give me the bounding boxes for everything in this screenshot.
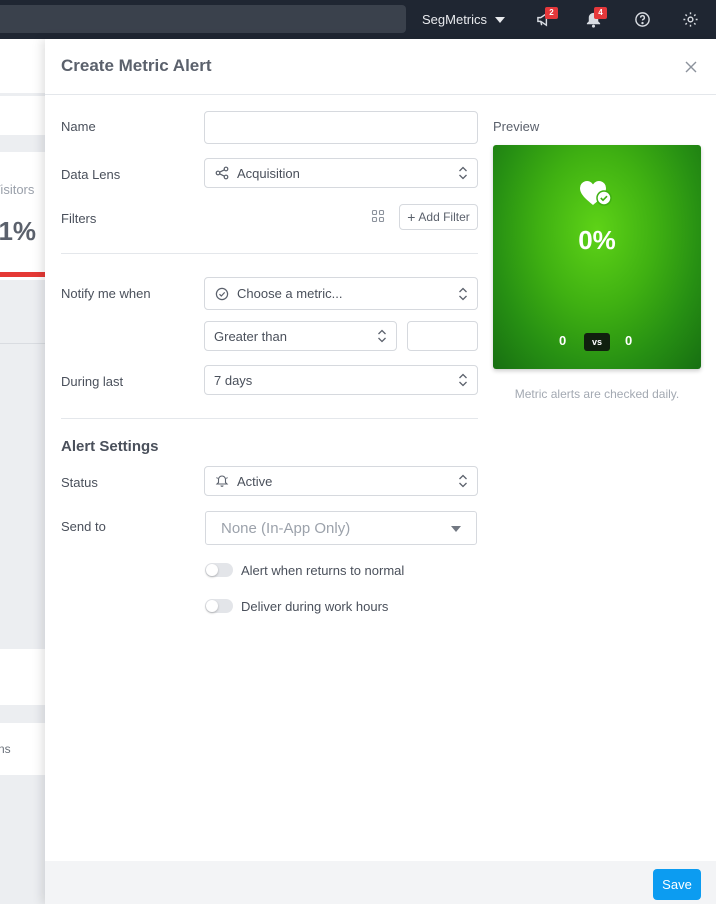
chevron-updown-icon <box>378 329 386 343</box>
returns-to-normal-toggle[interactable] <box>205 563 233 577</box>
send-to-select[interactable]: None (In-App Only) <box>205 511 477 545</box>
chevron-updown-icon <box>459 373 467 387</box>
heart-check-icon <box>580 181 612 206</box>
preview-label: Preview <box>493 119 540 134</box>
add-filter-button[interactable]: + Add Filter <box>399 204 478 230</box>
preview-note: Metric alerts are checked daily. <box>514 387 680 401</box>
send-to-value: None (In-App Only) <box>221 519 351 537</box>
work-hours-toggle[interactable] <box>205 599 233 613</box>
background-text-fragment: ns <box>0 742 11 756</box>
gear-icon <box>682 12 698 27</box>
comparison-select[interactable]: Greater than <box>204 321 397 351</box>
grid-icon[interactable] <box>371 209 385 223</box>
close-button[interactable] <box>681 57 701 77</box>
status-label: Status <box>61 475 98 490</box>
metric-value: Choose a metric... <box>237 286 343 301</box>
dashboard-background: Visitors 71% ns <box>0 39 45 904</box>
work-hours-row: Deliver during work hours <box>205 598 388 614</box>
announcements-button[interactable]: 2 <box>530 0 558 39</box>
during-label: During last <box>61 374 124 389</box>
modal-header: Create Metric Alert <box>45 39 716 95</box>
save-button[interactable]: Save <box>653 869 701 900</box>
help-icon <box>634 12 650 27</box>
threshold-input[interactable] <box>407 321 478 351</box>
add-filter-label: Add Filter <box>418 210 470 224</box>
status-value: Active <box>237 473 273 489</box>
chevron-updown-icon <box>459 287 467 301</box>
status-select[interactable]: Active <box>204 466 478 496</box>
account-name: SegMetrics <box>422 11 488 27</box>
name-label: Name <box>61 119 96 134</box>
settings-button[interactable] <box>676 0 704 39</box>
background-panel: ns <box>0 723 45 775</box>
help-button[interactable] <box>628 0 656 39</box>
chevron-updown-icon <box>459 474 467 488</box>
section-divider <box>61 418 478 419</box>
announcements-count-badge: 2 <box>545 7 558 19</box>
during-value: 7 days <box>214 372 253 388</box>
preview-value: 0% <box>578 225 616 255</box>
caret-down-icon <box>451 526 461 532</box>
global-search-bar[interactable] <box>0 5 406 33</box>
chevron-updown-icon <box>459 166 467 180</box>
share-icon <box>214 165 230 181</box>
background-divider <box>0 343 45 344</box>
bell-icon <box>214 473 230 489</box>
metric-select[interactable]: Choose a metric... <box>204 277 478 310</box>
toggle-knob <box>206 564 218 576</box>
background-panel <box>0 39 45 93</box>
toggle-knob <box>206 600 218 612</box>
vs-badge: vs <box>584 333 610 351</box>
name-input[interactable] <box>204 111 478 144</box>
background-card-label: Visitors <box>0 182 35 197</box>
preview-card: 0% 0 vs 0 <box>493 145 701 369</box>
account-switcher[interactable]: SegMetrics <box>422 0 506 39</box>
close-icon <box>685 61 697 73</box>
notify-label: Notify me when <box>61 286 151 301</box>
background-panel <box>0 96 45 135</box>
modal-footer <box>45 861 716 904</box>
returns-to-normal-row: Alert when returns to normal <box>205 562 404 578</box>
data-lens-select[interactable]: Acquisition <box>204 158 478 188</box>
during-select[interactable]: 7 days <box>204 365 478 395</box>
returns-to-normal-label: Alert when returns to normal <box>241 562 405 578</box>
plus-icon: + <box>407 209 416 225</box>
caret-down-icon <box>495 16 506 23</box>
data-lens-label: Data Lens <box>61 167 121 182</box>
preview-left-value: 0 <box>559 333 567 348</box>
section-divider <box>61 253 478 254</box>
create-metric-alert-modal: Create Metric Alert Name Data Lens Acqui… <box>45 39 716 904</box>
data-lens-value: Acquisition <box>237 165 300 181</box>
filters-label: Filters <box>61 211 97 226</box>
background-card-value: 71% <box>0 216 37 246</box>
work-hours-label: Deliver during work hours <box>241 598 389 614</box>
comparison-value: Greater than <box>214 328 287 344</box>
background-panel <box>0 649 45 705</box>
preview-right-value: 0 <box>625 333 633 348</box>
notifications-button[interactable]: 4 <box>579 0 607 39</box>
notifications-count-badge: 4 <box>594 7 607 19</box>
background-metric-card: Visitors 71% <box>0 152 45 280</box>
alert-settings-title: Alert Settings <box>61 438 159 455</box>
send-to-label: Send to <box>61 519 106 534</box>
modal-title: Create Metric Alert <box>61 56 212 75</box>
check-circle-icon <box>214 286 230 302</box>
top-navigation-bar: SegMetrics 2 4 <box>0 0 716 39</box>
background-progress-bar <box>0 272 45 277</box>
